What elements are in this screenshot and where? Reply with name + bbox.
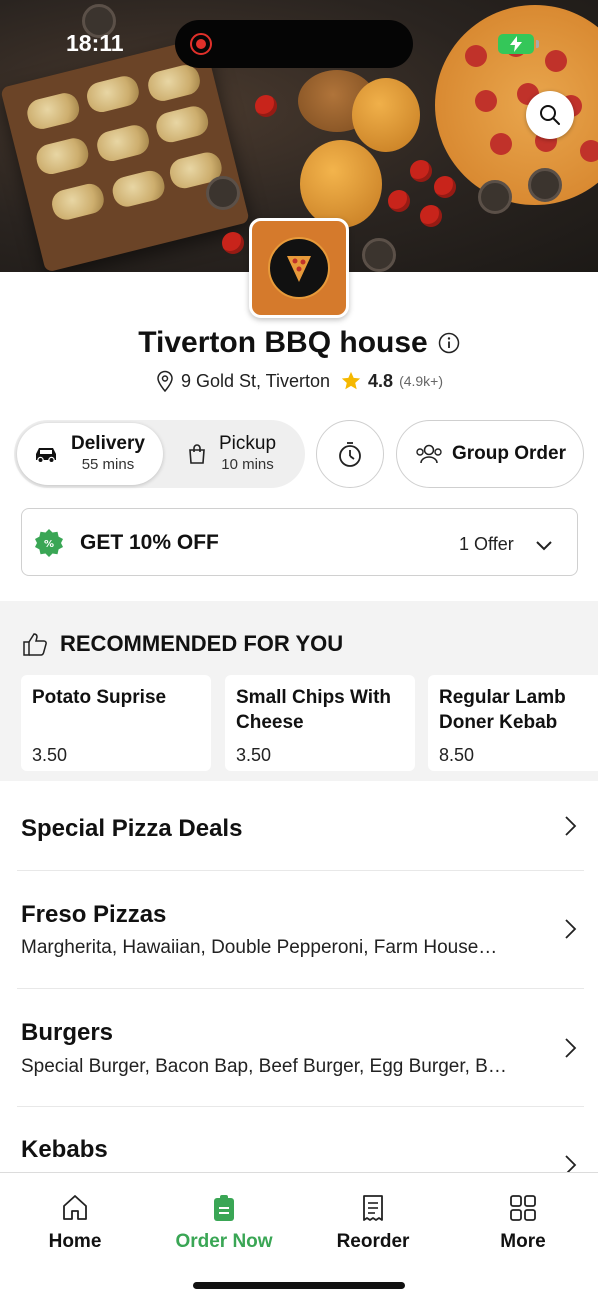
recommended-card[interactable]: Small Chips With Cheese 3.50 (225, 675, 415, 771)
recommended-header: RECOMMENDED FOR YOU (22, 631, 343, 657)
search-button[interactable] (526, 91, 574, 139)
chevron-right-icon (565, 816, 577, 836)
tab-reorder[interactable]: Reorder (318, 1193, 428, 1253)
restaurant-title-row: Tiverton BBQ house (0, 326, 598, 360)
recommended-item-name: Regular Lamb Doner Kebab (439, 687, 566, 733)
star-icon (341, 371, 361, 390)
recommended-item-price: 3.50 (236, 745, 272, 765)
category-row[interactable]: Freso Pizzas Margherita, Hawaiian, Doubl… (0, 871, 598, 989)
recommended-card[interactable]: Potato Suprise 3.50 (21, 675, 211, 771)
category-row[interactable]: Special Pizza Deals (0, 782, 598, 870)
category-subtitle: Special Burger, Bacon Bap, Beef Burger, … (21, 1056, 507, 1077)
group-order-label: Group Order (451, 443, 566, 464)
recording-indicator-icon (190, 33, 212, 55)
shopping-bag-icon (189, 444, 205, 464)
recommended-item-price: 8.50 (439, 745, 475, 765)
receipt-icon (363, 1195, 383, 1221)
thumbs-up-icon (23, 633, 47, 656)
location-pin-icon (157, 370, 173, 392)
bottom-tab-bar: Home Order Now Reorder More (0, 1172, 598, 1300)
home-icon (63, 1195, 87, 1220)
discount-badge-icon: % (35, 529, 63, 557)
hero-cutting-board (0, 37, 250, 272)
grid-icon (510, 1195, 536, 1221)
recommended-item-name: Small Chips With Cheese (236, 687, 392, 733)
order-bag-icon (214, 1195, 234, 1221)
tab-label: Reorder (336, 1231, 410, 1252)
recommended-section: RECOMMENDED FOR YOU Potato Suprise 3.50 … (0, 601, 598, 781)
recommended-card[interactable]: Regular Lamb Doner Kebab 8.50 (428, 675, 598, 771)
pickup-label: Pickup (219, 433, 277, 454)
group-order-button[interactable]: Group Order (396, 420, 584, 488)
rating-count: (4.9k+) (399, 373, 444, 389)
restaurant-name: Tiverton BBQ house (138, 326, 428, 359)
schedule-time-button[interactable] (316, 420, 384, 488)
recommended-item-price: 3.50 (32, 745, 68, 765)
category-row[interactable]: Burgers Special Burger, Bacon Bap, Beef … (0, 989, 598, 1107)
restaurant-address: 9 Gold St, Tiverton (180, 370, 331, 391)
category-title: Kebabs (21, 1136, 108, 1163)
svg-text:%: % (44, 539, 54, 550)
category-subtitle: Margherita, Hawaiian, Double Pepperoni, … (21, 937, 498, 958)
car-icon (36, 448, 56, 464)
tab-order-now[interactable]: Order Now (169, 1193, 279, 1253)
rating-value: 4.8 (368, 370, 394, 391)
home-indicator (193, 1282, 405, 1289)
tab-home[interactable]: Home (20, 1193, 130, 1253)
chevron-right-icon (565, 919, 577, 939)
category-title: Special Pizza Deals (21, 815, 243, 842)
offer-banner[interactable]: % GET 10% OFF 1 Offer (21, 508, 578, 576)
category-row[interactable]: Kebabs (0, 1107, 598, 1172)
info-icon[interactable] (438, 332, 460, 354)
offer-count: 1 Offer (459, 534, 514, 554)
recommended-title: RECOMMENDED FOR YOU (60, 631, 344, 656)
order-mode-toggle: Delivery 55 mins Pickup 10 mins (14, 420, 305, 488)
recommended-item-name: Potato Suprise (32, 687, 167, 708)
delivery-option[interactable]: Delivery 55 mins (17, 423, 163, 485)
group-users-icon (416, 444, 442, 464)
chevron-down-icon (536, 541, 552, 551)
tab-more[interactable]: More (468, 1193, 578, 1253)
pickup-option[interactable]: Pickup 10 mins (179, 423, 305, 485)
restaurant-logo (249, 218, 349, 318)
tab-label: Order Now (175, 1231, 273, 1252)
tab-label: Home (48, 1231, 102, 1252)
battery-charging-icon (498, 34, 539, 54)
address-rating-row: 9 Gold St, Tiverton 4.8 (4.9k+) (0, 370, 598, 392)
category-title: Freso Pizzas (21, 901, 167, 928)
chevron-right-icon (565, 1038, 577, 1058)
delivery-label: Delivery (71, 433, 145, 454)
stopwatch-icon (339, 442, 361, 467)
chevron-right-icon (565, 1155, 577, 1172)
tab-label: More (500, 1231, 546, 1252)
search-icon (540, 105, 560, 125)
offer-title: GET 10% OFF (80, 531, 219, 554)
pizza-slice-logo-icon (268, 237, 330, 299)
status-time: 18:11 (66, 30, 124, 56)
pickup-time: 10 mins (221, 456, 274, 473)
category-title: Burgers (21, 1019, 114, 1046)
delivery-time: 55 mins (81, 456, 135, 473)
